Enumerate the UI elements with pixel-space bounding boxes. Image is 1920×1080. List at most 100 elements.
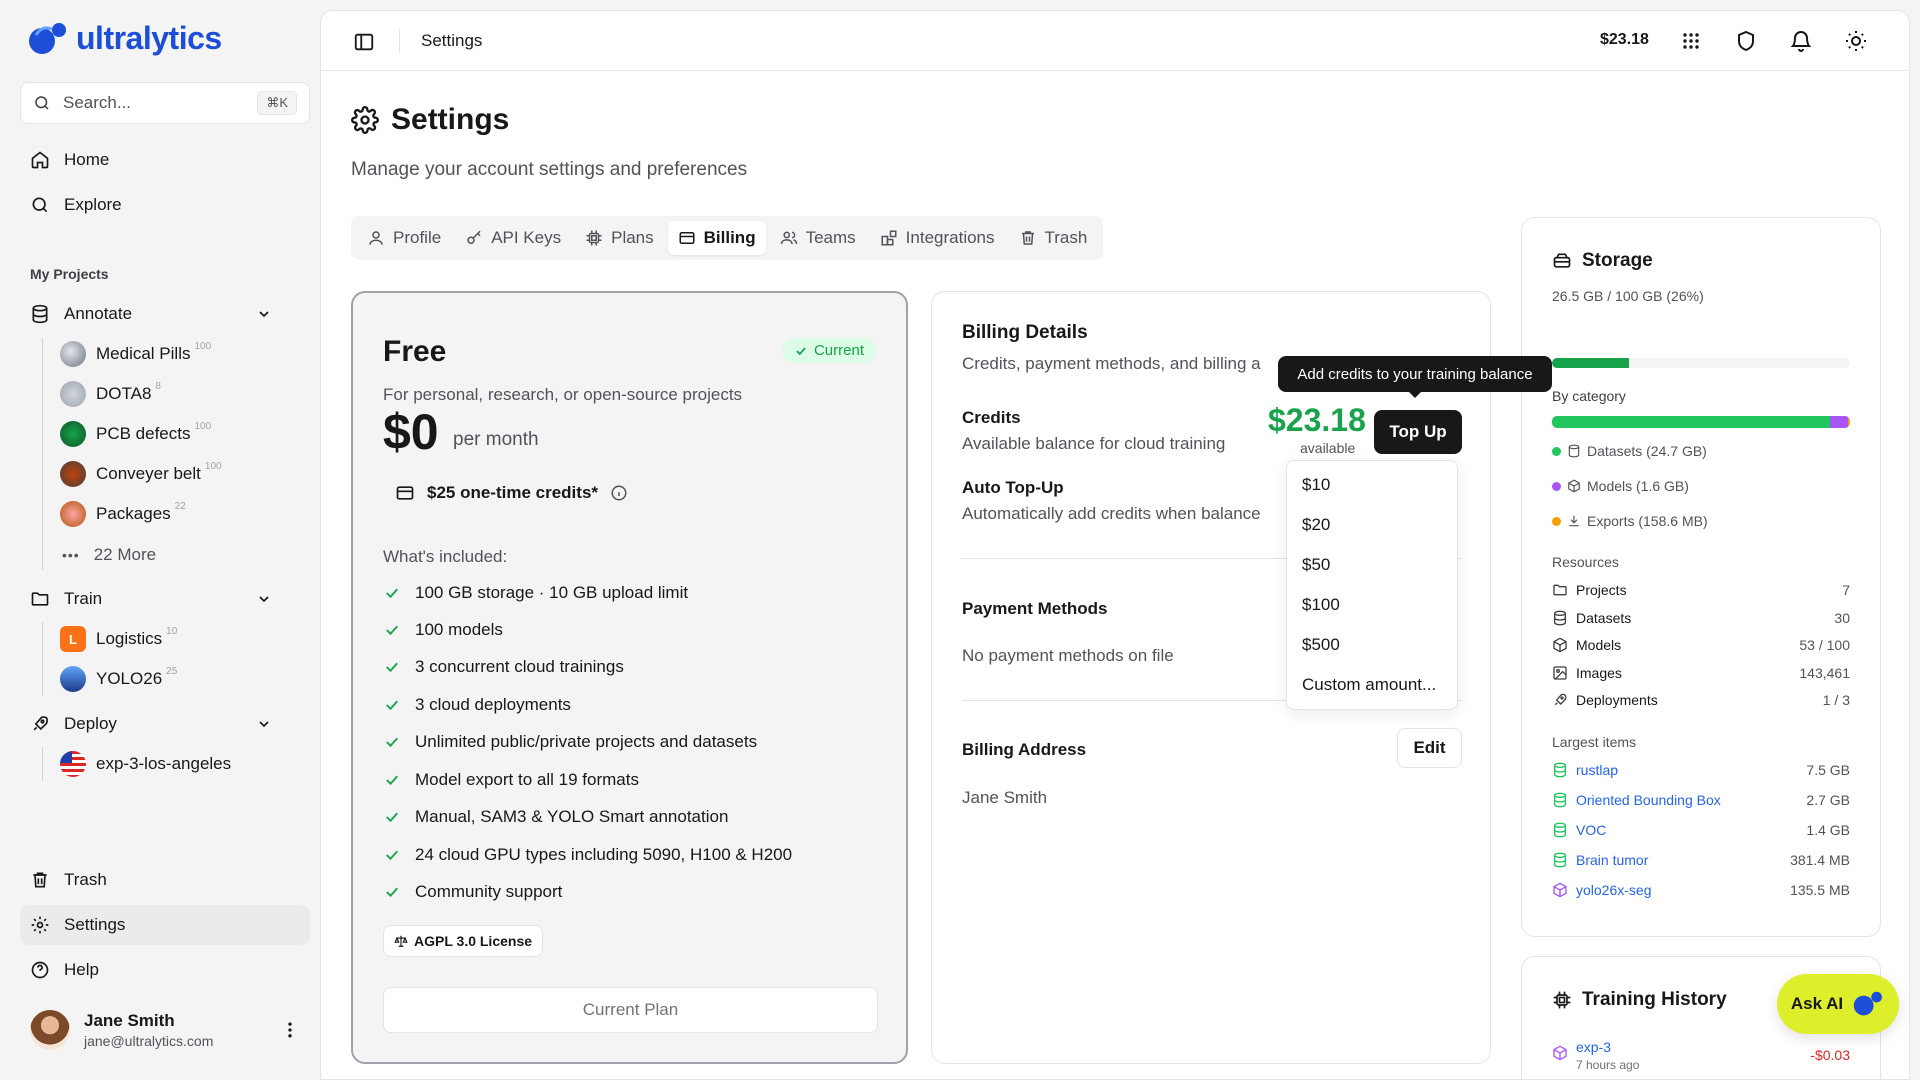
tab-api-keys[interactable]: API Keys [455, 221, 571, 255]
largest-item-link[interactable]: rustlap [1576, 762, 1618, 778]
project-item[interactable]: DOTA8 8 [60, 381, 161, 407]
top-up-option[interactable]: $10 [1302, 475, 1330, 495]
by-category-label: By category [1552, 388, 1626, 404]
tab-teams[interactable]: Teams [770, 221, 866, 255]
project-item[interactable]: Conveyer belt 100 [60, 461, 222, 487]
scale-icon [394, 935, 408, 947]
project-count: 8 [155, 381, 161, 392]
available-label: available [1300, 440, 1356, 456]
history-item-name[interactable]: exp-3 [1576, 1039, 1639, 1055]
nav-help-label: Help [64, 960, 99, 979]
license-label: AGPL 3.0 License [414, 933, 533, 949]
top-up-option[interactable]: $500 [1302, 635, 1340, 655]
resource-row: Models 53 / 100 [1552, 637, 1850, 653]
credit-balance[interactable]: $23.18 [1600, 31, 1649, 49]
resource-value: 53 / 100 [1799, 637, 1850, 653]
rocket-icon [1554, 693, 1567, 706]
project-item[interactable]: PCB defects 100 [60, 421, 211, 447]
edit-address-button[interactable]: Edit [1397, 728, 1462, 768]
nav-deploy[interactable]: Deploy [30, 712, 117, 736]
my-projects-label: My Projects [30, 266, 109, 282]
nav-help[interactable]: Help [30, 958, 99, 982]
deployment-item[interactable]: exp-3-los-angeles [60, 751, 231, 777]
check-icon [386, 775, 398, 786]
top-up-option[interactable]: $100 [1302, 595, 1340, 615]
nav-explore[interactable]: Explore [30, 193, 122, 217]
more-vertical-icon[interactable] [280, 1020, 300, 1040]
resource-value: 143,461 [1799, 665, 1850, 681]
ask-ai-button[interactable]: Ask AI [1777, 974, 1899, 1034]
tab-integrations[interactable]: Integrations [870, 221, 1005, 255]
largest-item-link[interactable]: Oriented Bounding Box [1576, 792, 1721, 808]
project-item[interactable]: L Logistics 10 [60, 626, 177, 652]
ultralytics-logo-icon [28, 21, 70, 57]
feature-item: Unlimited public/private projects and da… [383, 732, 757, 752]
chevron-down-icon[interactable] [256, 306, 272, 322]
project-thumbnail [60, 501, 86, 527]
search-input[interactable]: Search... ⌘K [20, 82, 310, 124]
info-icon[interactable] [610, 484, 628, 502]
nav-home-label: Home [64, 150, 110, 169]
search-placeholder: Search... [63, 93, 132, 112]
sun-icon[interactable] [1844, 29, 1868, 53]
largest-item[interactable]: rustlap 7.5 GB [1552, 762, 1850, 778]
nav-settings-label: Settings [64, 915, 126, 934]
feature-text: Manual, SAM3 & YOLO Smart annotation [415, 807, 729, 826]
chevron-down-icon[interactable] [256, 591, 272, 607]
logo[interactable]: ultralytics [28, 20, 222, 57]
largest-item-link[interactable]: yolo26x-seg [1576, 882, 1652, 898]
shield-icon[interactable] [1734, 29, 1758, 53]
feature-text: 100 models [415, 620, 503, 639]
largest-item[interactable]: yolo26x-seg 135.5 MB [1552, 882, 1850, 898]
nav-train[interactable]: Train [30, 587, 102, 611]
largest-item-link[interactable]: Brain tumor [1576, 852, 1648, 868]
nav-settings[interactable]: Settings [30, 913, 125, 937]
tab-billing[interactable]: Billing [667, 221, 766, 255]
nav-trash[interactable]: Trash [30, 868, 107, 892]
bell-icon[interactable] [1789, 29, 1813, 53]
top-up-option[interactable]: $20 [1302, 515, 1330, 535]
largest-item[interactable]: VOC 1.4 GB [1552, 822, 1850, 838]
largest-item-link[interactable]: VOC [1576, 822, 1606, 838]
more-projects-link[interactable]: ••• 22 More [60, 542, 156, 568]
largest-item[interactable]: Brain tumor 381.4 MB [1552, 852, 1850, 868]
sidebar-toggle-icon[interactable] [353, 31, 375, 53]
tab-plans[interactable]: Plans [575, 221, 664, 255]
user-name: Jane Smith [84, 1011, 175, 1030]
key-icon [467, 230, 481, 244]
training-history-title-text: Training History [1582, 989, 1727, 1010]
history-item[interactable]: exp-3 7 hours ago -$0.03 [1552, 1039, 1850, 1072]
dataset-icon [1554, 852, 1566, 868]
top-up-button[interactable]: Top Up [1374, 410, 1462, 454]
legend-item: Models (1.6 GB) [1552, 478, 1689, 494]
feature-item: 100 GB storage · 10 GB upload limit [383, 583, 688, 603]
user-profile[interactable]: Jane Smith jane@ultralytics.com [30, 1010, 213, 1050]
tab-profile[interactable]: Profile [357, 221, 451, 255]
current-plan-button[interactable]: Current Plan [383, 987, 878, 1033]
tab-trash[interactable]: Trash [1009, 221, 1098, 255]
tab-label: Billing [703, 228, 756, 247]
payment-methods-title: Payment Methods [962, 599, 1108, 618]
project-item[interactable]: Medical Pills 100 [60, 341, 211, 367]
credits-subtitle: Available balance for cloud training [962, 434, 1226, 453]
us-flag-icon [60, 751, 86, 777]
check-icon [386, 850, 398, 861]
feature-text: 100 GB storage · 10 GB upload limit [415, 583, 689, 602]
plan-card: Free Current For personal, research, or … [351, 291, 908, 1064]
largest-item[interactable]: Oriented Bounding Box 2.7 GB [1552, 792, 1850, 808]
top-up-dropdown: $10 $20 $50 $100 $500 Custom amount... [1286, 460, 1458, 710]
chip-icon [586, 230, 602, 246]
apps-grid-icon[interactable] [1679, 29, 1703, 53]
top-up-option-custom[interactable]: Custom amount... [1302, 675, 1436, 695]
chevron-down-icon[interactable] [256, 716, 272, 732]
nav-annotate-label: Annotate [64, 304, 133, 323]
integrations-icon [881, 230, 897, 246]
nav-home[interactable]: Home [30, 148, 109, 172]
top-up-option[interactable]: $50 [1302, 555, 1330, 575]
plan-description: For personal, research, or open-source p… [383, 385, 743, 404]
project-item[interactable]: Packages 22 [60, 501, 186, 527]
nav-annotate[interactable]: Annotate [30, 302, 132, 326]
dataset-icon [1554, 792, 1566, 808]
project-item[interactable]: YOLO26 25 [60, 666, 177, 692]
plan-name: Free [383, 335, 447, 368]
